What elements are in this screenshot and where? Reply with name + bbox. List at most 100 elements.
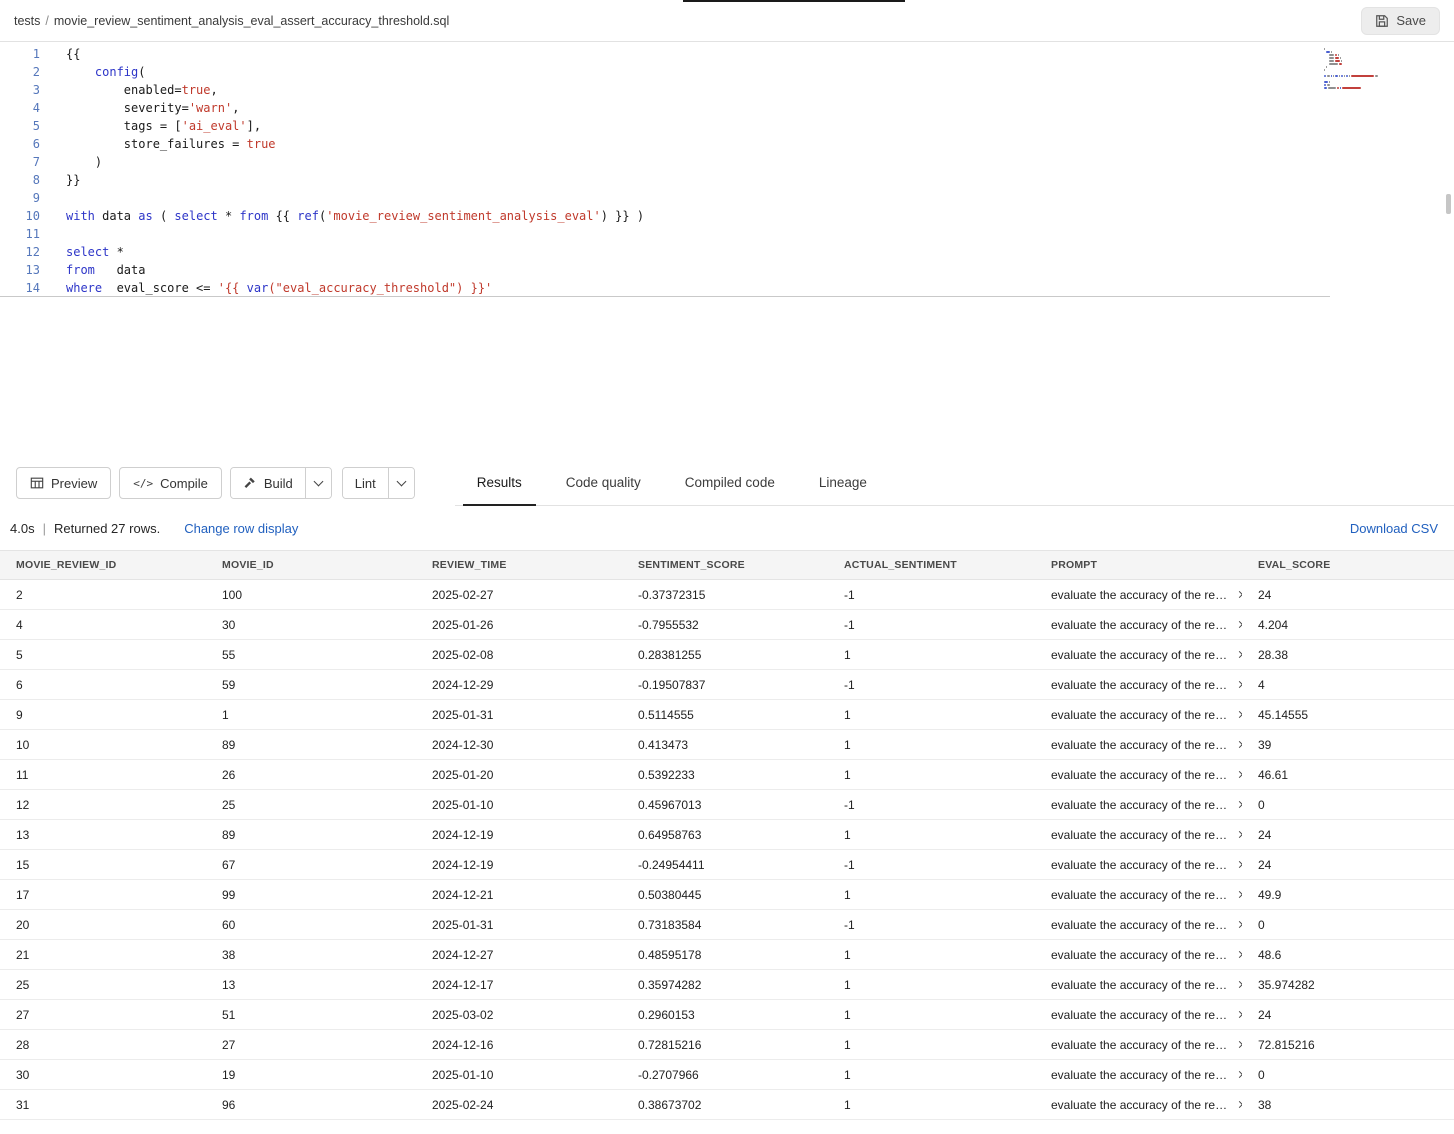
table-row: 28272024-12-160.728152161evaluate the ac… <box>0 1030 1454 1060</box>
code-line: 8}} <box>0 171 1330 189</box>
code-text <box>40 189 66 207</box>
line-number: 7 <box>0 153 40 171</box>
cell-eval-score: 0 <box>1242 1060 1454 1089</box>
cell-review-time: 2025-01-31 <box>416 700 622 729</box>
download-csv-link[interactable]: Download CSV <box>1350 521 1444 536</box>
status-separator: | <box>43 521 46 536</box>
cell-movie-review-id: 17 <box>0 880 206 909</box>
line-number: 8 <box>0 171 40 189</box>
lint-button-label: Lint <box>355 476 376 491</box>
table-row: 25132024-12-170.359742821evaluate the ac… <box>0 970 1454 1000</box>
cell-movie-review-id: 27 <box>0 1000 206 1029</box>
column-header-movie-review-id: MOVIE_REVIEW_ID <box>0 551 206 579</box>
prompt-text: evaluate the accuracy of the res... <box>1051 768 1231 782</box>
prompt-text: evaluate the accuracy of the res... <box>1051 1038 1231 1052</box>
cell-movie-id: 89 <box>206 730 416 759</box>
line-number: 5 <box>0 117 40 135</box>
cell-prompt: evaluate the accuracy of the res... <box>1035 820 1242 849</box>
prompt-text: evaluate the accuracy of the res... <box>1051 1068 1231 1082</box>
button-group: Preview </> Compile Build <box>16 460 425 506</box>
lint-dropdown-button[interactable] <box>388 468 414 498</box>
cell-movie-review-id: 15 <box>0 850 206 879</box>
cell-sentiment-score: 0.413473 <box>622 730 828 759</box>
cell-movie-review-id: 28 <box>0 1030 206 1059</box>
cell-prompt: evaluate the accuracy of the res... <box>1035 760 1242 789</box>
prompt-text: evaluate the accuracy of the res... <box>1051 948 1231 962</box>
cell-actual-sentiment: 1 <box>828 1000 1035 1029</box>
table-row: 17992024-12-210.503804451evaluate the ac… <box>0 880 1454 910</box>
chevron-down-icon <box>396 477 406 487</box>
table-row: 13892024-12-190.649587631evaluate the ac… <box>0 820 1454 850</box>
prompt-text: evaluate the accuracy of the res... <box>1051 798 1231 812</box>
results-tabs: Results Code quality Compiled code Linea… <box>455 460 1454 506</box>
active-file-tab-indicator <box>683 0 905 2</box>
cell-prompt: evaluate the accuracy of the res... <box>1035 940 1242 969</box>
cell-actual-sentiment: 1 <box>828 700 1035 729</box>
cell-prompt: evaluate the accuracy of the res... <box>1035 880 1242 909</box>
save-icon <box>1375 14 1389 28</box>
cell-movie-id: 59 <box>206 670 416 699</box>
preview-button[interactable]: Preview <box>16 467 111 499</box>
line-number: 4 <box>0 99 40 117</box>
cell-eval-score: 46.61 <box>1242 760 1454 789</box>
compile-button[interactable]: </> Compile <box>119 467 222 499</box>
line-number: 2 <box>0 63 40 81</box>
cell-movie-review-id: 6 <box>0 670 206 699</box>
cell-eval-score: 0 <box>1242 790 1454 819</box>
table-icon <box>30 476 44 490</box>
cell-sentiment-score: 0.64958763 <box>622 820 828 849</box>
cell-movie-review-id: 30 <box>0 1060 206 1089</box>
prompt-text: evaluate the accuracy of the res... <box>1051 618 1231 632</box>
cell-sentiment-score: -0.2707966 <box>622 1060 828 1089</box>
tab-code-quality[interactable]: Code quality <box>544 460 663 505</box>
code-line: 3 enabled=true, <box>0 81 1330 99</box>
cell-sentiment-score: -0.37372315 <box>622 580 828 609</box>
cell-actual-sentiment: -1 <box>828 790 1035 819</box>
cell-movie-id: 99 <box>206 880 416 909</box>
line-number: 13 <box>0 261 40 279</box>
build-button[interactable]: Build <box>231 468 305 498</box>
tab-results[interactable]: Results <box>455 460 544 505</box>
tab-lineage[interactable]: Lineage <box>797 460 889 505</box>
cell-eval-score: 35.974282 <box>1242 970 1454 999</box>
breadcrumb-separator: / <box>45 14 48 28</box>
save-button[interactable]: Save <box>1361 7 1440 35</box>
line-number: 14 <box>0 279 40 297</box>
cell-prompt: evaluate the accuracy of the res... <box>1035 1000 1242 1029</box>
prompt-text: evaluate the accuracy of the res... <box>1051 1098 1231 1112</box>
column-header-prompt: PROMPT <box>1035 551 1242 579</box>
table-row: 27512025-03-020.29601531evaluate the acc… <box>0 1000 1454 1030</box>
tab-compiled-code[interactable]: Compiled code <box>663 460 797 505</box>
breadcrumb: tests / movie_review_sentiment_analysis_… <box>14 14 449 28</box>
results-table: MOVIE_REVIEW_ID MOVIE_ID REVIEW_TIME SEN… <box>0 550 1454 1120</box>
cell-prompt: evaluate the accuracy of the res... <box>1035 1090 1242 1119</box>
build-dropdown-button[interactable] <box>305 468 331 498</box>
prompt-text: evaluate the accuracy of the res... <box>1051 648 1231 662</box>
code-text: }} <box>40 171 80 189</box>
prompt-text: evaluate the accuracy of the res... <box>1051 588 1231 602</box>
code-line: 14where eval_score <= '{{ var("eval_accu… <box>0 279 1330 297</box>
cell-actual-sentiment: 1 <box>828 730 1035 759</box>
table-row: 20602025-01-310.73183584-1evaluate the a… <box>0 910 1454 940</box>
cell-movie-id: 38 <box>206 940 416 969</box>
editor-scrollbar[interactable] <box>1446 194 1451 214</box>
code-line: 7 ) <box>0 153 1330 171</box>
line-number: 12 <box>0 243 40 261</box>
lint-button[interactable]: Lint <box>343 468 388 498</box>
breadcrumb-root[interactable]: tests <box>14 14 40 28</box>
cell-sentiment-score: 0.35974282 <box>622 970 828 999</box>
table-header-row: MOVIE_REVIEW_ID MOVIE_ID REVIEW_TIME SEN… <box>0 550 1454 580</box>
cell-actual-sentiment: 1 <box>828 1030 1035 1059</box>
preview-button-label: Preview <box>51 476 97 491</box>
topbar: tests / movie_review_sentiment_analysis_… <box>0 0 1454 42</box>
cell-review-time: 2024-12-27 <box>416 940 622 969</box>
code-editor[interactable]: 1{{2 config(3 enabled=true,4 severity='w… <box>0 42 1454 460</box>
column-header-eval-score: EVAL_SCORE <box>1242 551 1454 579</box>
minimap[interactable] <box>1324 48 1400 90</box>
cell-movie-review-id: 10 <box>0 730 206 759</box>
cell-review-time: 2025-02-24 <box>416 1090 622 1119</box>
cell-review-time: 2024-12-21 <box>416 880 622 909</box>
cell-eval-score: 4.204 <box>1242 610 1454 639</box>
change-row-display-link[interactable]: Change row display <box>184 521 298 536</box>
code-text: tags = ['ai_eval'], <box>40 117 261 135</box>
